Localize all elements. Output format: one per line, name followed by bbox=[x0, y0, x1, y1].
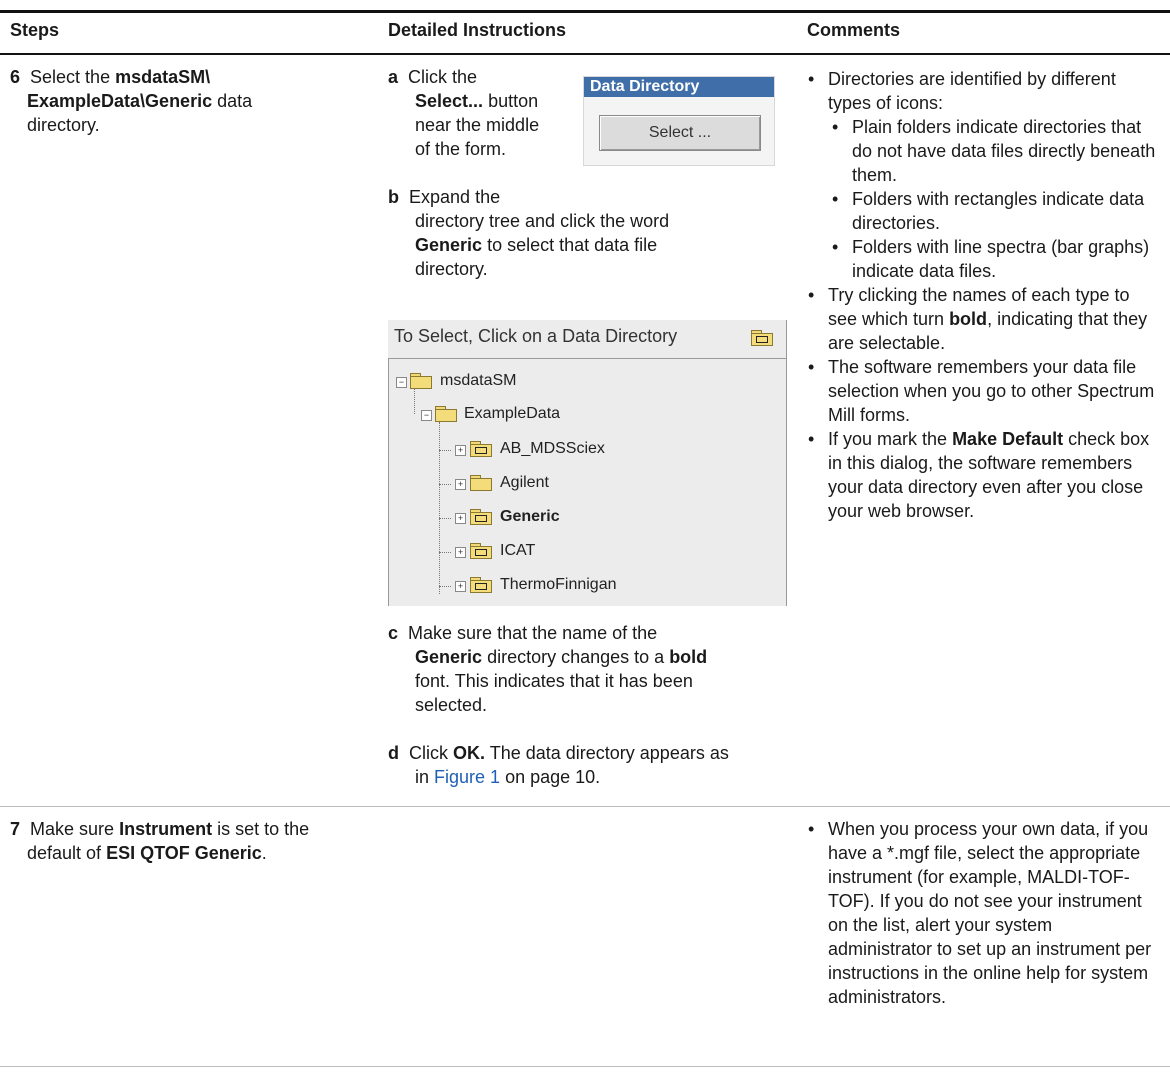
expand-icon[interactable]: + bbox=[455, 547, 466, 558]
tree-item-agilent[interactable]: Agilent bbox=[500, 474, 549, 492]
data-folder-icon bbox=[470, 543, 492, 559]
select-button[interactable]: Select ... bbox=[599, 115, 761, 151]
header-detailed-instructions: Detailed Instructions bbox=[388, 20, 567, 40]
comment-subitem: Plain folders indicate directories that … bbox=[828, 115, 1156, 187]
step-text: directory. bbox=[27, 115, 100, 135]
data-folder-icon bbox=[470, 577, 492, 593]
instruction-text: font. This indicates that it has been bbox=[415, 671, 693, 691]
comment-text: If you mark the bbox=[828, 429, 953, 449]
step-text: default of bbox=[27, 843, 107, 863]
instruction-letter: b bbox=[388, 187, 399, 207]
instruction-b: b Expand the directory tree and click th… bbox=[388, 185, 778, 281]
comment-subitem: Folders with rectangles indicate data di… bbox=[828, 187, 1156, 235]
step-6: 6 Select the msdataSM\ ExampleData\Gener… bbox=[10, 65, 370, 137]
comments-row-7: When you process your own data, if you h… bbox=[806, 817, 1156, 1009]
expand-icon[interactable]: + bbox=[455, 445, 466, 456]
tree-item-icat[interactable]: ICAT bbox=[500, 542, 535, 560]
comment-text: When you process your own data, if you h… bbox=[828, 819, 1152, 1007]
instruction-text: The data directory appears as bbox=[485, 743, 729, 763]
instruction-text: selected. bbox=[415, 695, 488, 715]
open-folder-icon bbox=[410, 373, 432, 389]
generic-label: Generic bbox=[415, 647, 483, 667]
header-steps: Steps bbox=[10, 20, 60, 40]
instruction-text: directory changes to a bbox=[487, 647, 665, 667]
instruction-text: to select that data file bbox=[487, 235, 658, 255]
comment-item: When you process your own data, if you h… bbox=[806, 817, 1156, 1009]
comment-item: If you mark the Make Default check box i… bbox=[806, 427, 1156, 523]
instruction-text: on page 10. bbox=[500, 767, 601, 787]
instruction-letter: d bbox=[388, 743, 399, 763]
step-text: Make sure bbox=[30, 819, 120, 839]
header-comments: Comments bbox=[807, 20, 901, 40]
instruction-a: a Click the Select... button near the mi… bbox=[388, 65, 568, 161]
tree-item-thermofinnigan[interactable]: ThermoFinnigan bbox=[500, 576, 617, 594]
data-directory-widget: Data Directory Select ... bbox=[583, 76, 775, 166]
step-number: 6 bbox=[10, 67, 21, 87]
instruction-text: Click the bbox=[408, 67, 478, 87]
generic-label: Generic bbox=[415, 235, 483, 255]
step-number: 7 bbox=[10, 819, 21, 839]
instruction-c: c Make sure that the name of the Generic… bbox=[388, 621, 788, 717]
instruction-text: directory. bbox=[415, 259, 488, 279]
instruction-letter: c bbox=[388, 623, 399, 643]
expand-icon[interactable]: + bbox=[455, 513, 466, 524]
collapse-icon[interactable]: − bbox=[421, 410, 432, 421]
instruction-text: Expand the bbox=[409, 187, 501, 207]
comment-text: The software remembers your data file se… bbox=[828, 357, 1155, 425]
row-rule bbox=[0, 806, 1170, 807]
tree-item-ab-mdssciex[interactable]: AB_MDSSciex bbox=[500, 440, 605, 458]
instruction-text: directory tree and click the word bbox=[415, 211, 670, 231]
instruction-text: Make sure that the name of the bbox=[408, 623, 658, 643]
directory-tree-panel: To Select, Click on a Data Directory − m… bbox=[388, 320, 787, 606]
plain-folder-icon bbox=[470, 475, 492, 491]
data-directory-title: Data Directory bbox=[584, 77, 774, 97]
figure-1-link[interactable]: Figure 1 bbox=[434, 767, 500, 787]
header-rule bbox=[0, 53, 1170, 55]
step-text: Select the bbox=[30, 67, 116, 87]
collapse-icon[interactable]: − bbox=[396, 377, 407, 388]
make-default-label: Make Default bbox=[952, 429, 1064, 449]
comment-text: Folders with rectangles indicate data di… bbox=[852, 189, 1145, 233]
instruction-text: near the middle bbox=[415, 115, 540, 135]
instruction-text: Click bbox=[409, 743, 454, 763]
instrument-label: Instrument bbox=[119, 819, 213, 839]
tree-item-msdatasm[interactable]: msdataSM bbox=[440, 372, 516, 390]
tree-header: To Select, Click on a Data Directory bbox=[394, 326, 678, 346]
bold-label: bold bbox=[669, 647, 708, 667]
instrument-value: ESI QTOF Generic bbox=[106, 843, 262, 863]
top-rule bbox=[0, 10, 1170, 13]
expand-icon[interactable]: + bbox=[455, 479, 466, 490]
bottom-rule bbox=[0, 1066, 1170, 1067]
comment-item: Try clicking the names of each type to s… bbox=[806, 283, 1156, 355]
bold-label: bold bbox=[949, 309, 988, 329]
step-text: data bbox=[212, 91, 253, 111]
path-msdatasm: msdataSM\ bbox=[115, 67, 211, 87]
comments-row-6: Directories are identified by different … bbox=[806, 67, 1156, 523]
instruction-text: in bbox=[415, 767, 435, 787]
path-exampledata-generic: ExampleData\Generic bbox=[27, 91, 213, 111]
expand-icon[interactable]: + bbox=[455, 581, 466, 592]
data-folder-icon bbox=[751, 330, 773, 346]
instruction-text: button bbox=[488, 91, 539, 111]
comment-item: Directories are identified by different … bbox=[806, 67, 1156, 283]
ok-label: OK. bbox=[453, 743, 486, 763]
instruction-d: d Click OK. The data directory appears a… bbox=[388, 741, 788, 789]
comment-text: Plain folders indicate directories that … bbox=[852, 117, 1156, 185]
comment-item: The software remembers your data file se… bbox=[806, 355, 1156, 427]
data-folder-icon bbox=[470, 509, 492, 525]
instruction-letter: a bbox=[388, 67, 399, 87]
tree-item-generic[interactable]: Generic bbox=[500, 508, 560, 526]
comment-text: Directories are identified by different … bbox=[828, 69, 1116, 113]
comment-subitem: Folders with line spectra (bar graphs) i… bbox=[828, 235, 1156, 283]
step-7: 7 Make sure Instrument is set to the def… bbox=[10, 817, 380, 865]
instruction-text: of the form. bbox=[415, 139, 507, 159]
select-label: Select... bbox=[415, 91, 484, 111]
data-folder-icon bbox=[470, 441, 492, 457]
comment-text: Folders with line spectra (bar graphs) i… bbox=[852, 237, 1150, 281]
tree-item-exampledata[interactable]: ExampleData bbox=[464, 405, 560, 423]
step-text: . bbox=[261, 843, 267, 863]
step-text: is set to the bbox=[212, 819, 310, 839]
open-folder-icon bbox=[435, 406, 457, 422]
